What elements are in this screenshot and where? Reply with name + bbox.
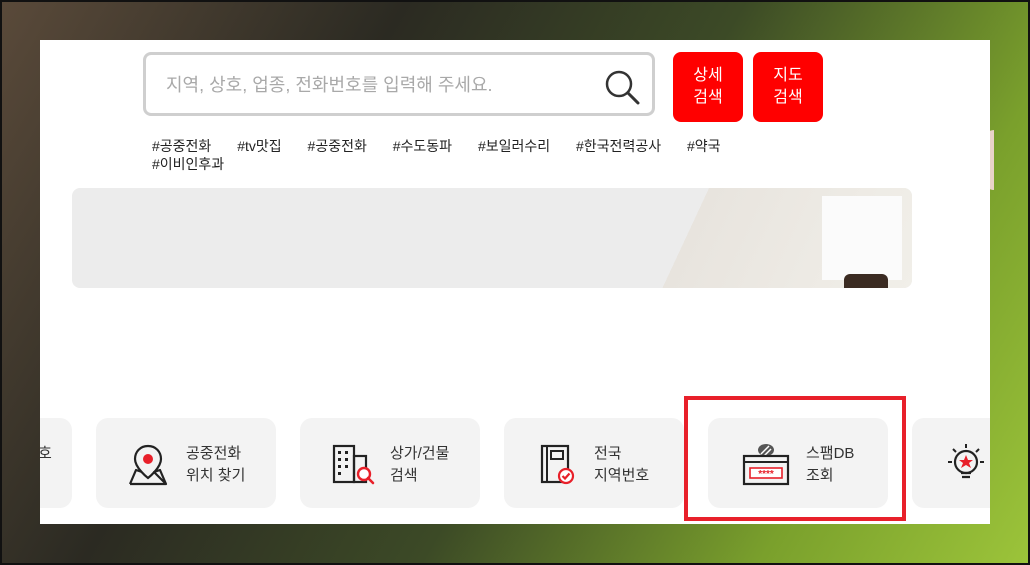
hashtag-link[interactable]: #공중전화: [308, 138, 367, 154]
map-search-label-2: 검색: [773, 89, 803, 106]
book-check-icon: [532, 440, 580, 488]
card-label-2: 지역번호: [594, 467, 650, 484]
building-search-icon: [328, 440, 376, 488]
main-panel: 상세 검색 지도 검색 #공중전화 #tv맛집 #공중전화 #수도동파 #보일러…: [40, 40, 990, 524]
detail-search-label-2: 검색: [693, 89, 723, 106]
map-search-label-1: 지도: [773, 67, 803, 84]
coffee-cup-image: [844, 274, 888, 288]
service-card-partial-right[interactable]: [912, 418, 990, 508]
card-label-1: 상가/건물: [390, 445, 450, 462]
card-label-2: 조회: [806, 467, 834, 484]
hashtag-link[interactable]: #공중전화: [152, 138, 211, 154]
card-label-2: 위치 찾기: [186, 467, 246, 484]
service-card-partial[interactable]: 호: [40, 418, 72, 508]
masked-number-text: ****: [758, 469, 774, 480]
map-search-button[interactable]: 지도 검색: [753, 52, 823, 122]
search-input[interactable]: [164, 67, 588, 103]
building-search-card[interactable]: 상가/건물 검색: [300, 418, 480, 508]
hashtag-link[interactable]: #수도동파: [393, 138, 452, 154]
hashtag-link[interactable]: #보일러수리: [478, 138, 550, 154]
hashtag-link[interactable]: #이비인후과: [152, 156, 224, 172]
card-label-1: 스팸DB: [806, 445, 855, 462]
detail-search-label-1: 상세: [693, 67, 723, 84]
payphone-location-card[interactable]: 공중전화 위치 찾기: [96, 418, 276, 508]
card-label-2: 검색: [390, 467, 418, 484]
area-code-card[interactable]: 전국 지역번호: [504, 418, 684, 508]
search-box: [143, 52, 655, 116]
banner-image: [822, 196, 902, 280]
lightbulb-star-icon: [942, 440, 990, 488]
hashtag-list: #공중전화 #tv맛집 #공중전화 #수도동파 #보일러수리 #한국전력공사 #…: [152, 137, 752, 173]
search-icon[interactable]: [602, 67, 642, 107]
detail-search-button[interactable]: 상세 검색: [673, 52, 743, 122]
card-label-1: 공중전화: [186, 445, 242, 462]
hashtag-link[interactable]: #tv맛집: [237, 138, 281, 154]
map-pin-icon: [124, 440, 172, 488]
ad-banner[interactable]: [72, 188, 912, 288]
hashtag-link[interactable]: #한국전력공사: [576, 138, 661, 154]
hashtag-link[interactable]: #약국: [687, 138, 721, 154]
card-label-1: 전국: [594, 445, 622, 462]
spam-db-card[interactable]: **** 스팸DB 조회: [708, 418, 888, 508]
card-label: 호: [40, 445, 52, 462]
spam-db-icon: ****: [742, 440, 790, 488]
